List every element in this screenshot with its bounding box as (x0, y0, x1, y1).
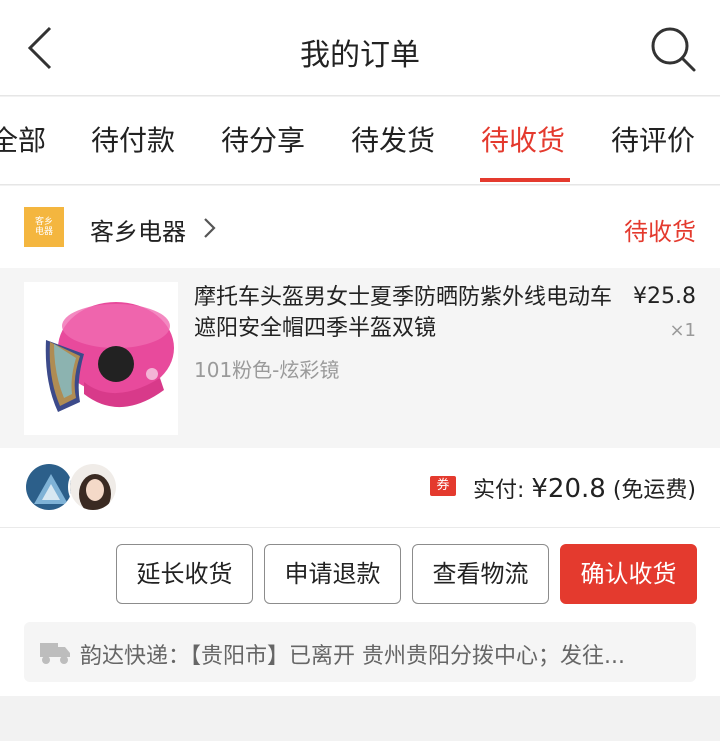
avatar (24, 462, 74, 512)
product-title: 摩托车头盔男女士夏季防晒防紫外线电动车遮阳安全帽四季半盔双镜 (194, 285, 613, 341)
order-status: 待收货 (624, 218, 696, 246)
product-item[interactable]: 摩托车头盔男女士夏季防晒防紫外线电动车遮阳安全帽四季半盔双镜 101粉色-炫彩镜… (0, 268, 720, 448)
truck-icon (40, 643, 70, 664)
coupon-badge: 券 (430, 476, 456, 496)
product-quantity: ×1 (669, 320, 696, 341)
paid-value: ¥20.8 (531, 474, 606, 504)
order-actions: 延长收货 申请退款 查看物流 确认收货 韵达快递：【贵阳市】已离开 贵州贵阳分拨… (0, 528, 720, 696)
avatar (68, 462, 118, 512)
tab-pending-receipt[interactable]: 待收货 (481, 119, 565, 159)
tab-pending-shipment[interactable]: 待发货 (351, 119, 435, 159)
active-tab-indicator (480, 178, 570, 182)
logistics-text: 韵达快递：【贵阳市】已离开 贵州贵阳分拨中心；发往... (80, 644, 625, 669)
tab-all[interactable]: 全部 (0, 119, 46, 159)
store-row[interactable]: 客乡 电器 客乡电器 待收货 (0, 186, 720, 268)
product-image[interactable] (24, 282, 178, 435)
extend-receipt-button[interactable]: 延长收货 (116, 544, 253, 604)
view-logistics-button[interactable]: 查看物流 (412, 544, 549, 604)
product-price: ¥25.8 (633, 284, 696, 309)
helmet-icon (45, 302, 174, 412)
tab-pending-payment[interactable]: 待付款 (91, 119, 175, 159)
chevron-right-icon (204, 218, 216, 238)
tab-pending-review[interactable]: 待评价 (611, 119, 695, 159)
store-logo: 客乡 电器 (24, 207, 64, 247)
order-summary: 券 实付: ¥20.8 (免运费) (0, 448, 720, 528)
request-refund-button[interactable]: 申请退款 (264, 544, 401, 604)
confirm-receipt-button[interactable]: 确认收货 (560, 544, 697, 604)
paid-amount: 实付: ¥20.8 (免运费) (473, 472, 696, 504)
order-status-tabs: 全部 待付款 待分享 待发货 待收货 待评价 (0, 97, 720, 185)
logistics-info[interactable]: 韵达快递：【贵阳市】已离开 贵州贵阳分拨中心；发往... (24, 622, 696, 682)
page-title: 我的订单 (300, 38, 420, 73)
product-variant: 101粉色-炫彩镜 (194, 358, 340, 382)
top-bar: 我的订单 (0, 0, 720, 96)
tab-pending-share[interactable]: 待分享 (221, 119, 305, 159)
search-icon[interactable] (648, 24, 698, 74)
paid-label: 实付: (472, 478, 525, 503)
shipping-note: (免运费) (612, 478, 696, 503)
store-name[interactable]: 客乡电器 (90, 212, 186, 247)
